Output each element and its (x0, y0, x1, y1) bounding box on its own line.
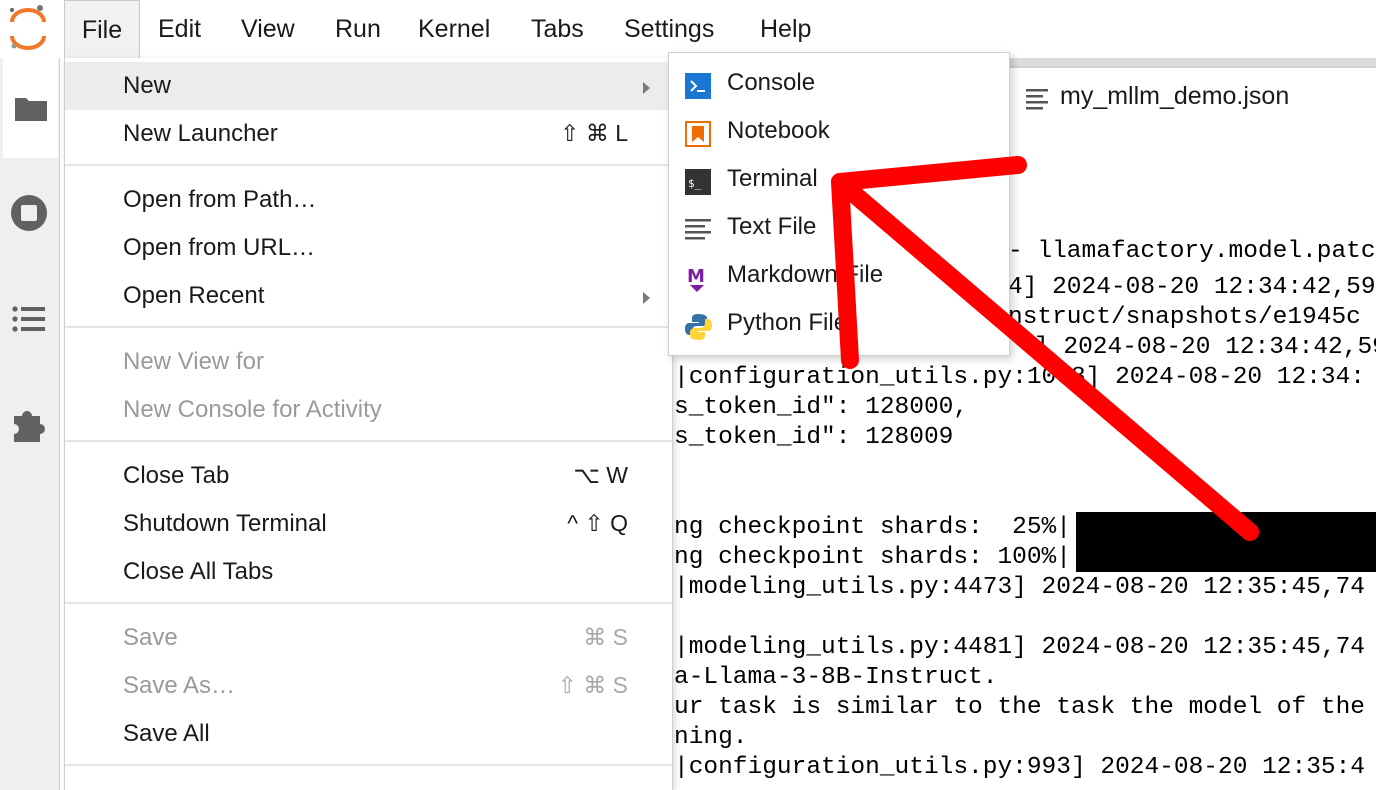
tab-label: my_mllm_demo.json (1060, 82, 1290, 110)
file-menu-open-recent-label: Open Recent (123, 282, 265, 309)
terminal-line: s_token_id": 128000, (674, 394, 969, 421)
menu-settings[interactable]: Settings (624, 0, 714, 58)
terminal-line: 4] 2024-08-20 12:34:42,59 (1008, 274, 1376, 301)
file-menu-open-recent[interactable]: Open Recent (65, 272, 672, 320)
menu-separator (65, 440, 672, 442)
running-sessions-icon[interactable] (0, 184, 58, 242)
submenu-arrow-icon (643, 82, 650, 94)
terminal-line: ng checkpoint shards: 25%| (674, 514, 1071, 541)
table-of-contents-icon[interactable] (0, 290, 58, 348)
new-text-file-label: Text File (727, 213, 817, 240)
terminal-line: |modeling_utils.py:4473] 2024-08-20 12:3… (674, 574, 1366, 601)
new-notebook-label: Notebook (727, 117, 830, 144)
file-menu-new-launcher[interactable]: New Launcher ⇧ ⌘ L (65, 110, 672, 158)
terminal-line: |configuration_utils.py:1008] 2024-08-20… (674, 364, 1366, 391)
file-menu-save-as: Save As… ⇧ ⌘ S (65, 662, 672, 710)
file-menu-close-all-tabs-label: Close All Tabs (123, 558, 274, 585)
file-menu-close-tab-label: Close Tab (123, 462, 230, 489)
file-menu-new-launcher-label: New Launcher (123, 120, 278, 147)
text-file-icon (685, 217, 713, 245)
notebook-icon (685, 121, 713, 149)
console-icon (685, 73, 713, 101)
menu-kernel[interactable]: Kernel (418, 0, 490, 58)
menu-separator (65, 602, 672, 604)
menu-separator (65, 764, 672, 766)
svg-text:$_: $_ (688, 177, 702, 190)
new-terminal-label: Terminal (727, 165, 818, 192)
new-markdown-file[interactable]: M Markdown File (669, 245, 1009, 293)
file-menu-new-console-for-activity: New Console for Activity (65, 386, 672, 434)
file-menu-new-label: New (123, 72, 172, 99)
terminal-line: - llamafactory.model.patc (1008, 238, 1376, 265)
svg-text:M: M (687, 266, 705, 287)
terminal-line: ] 2024-08-20 12:34:42,59 (1034, 334, 1376, 361)
menu-edit[interactable]: Edit (158, 0, 201, 58)
progress-bar-fill (1076, 542, 1376, 572)
file-menu-open-from-path-label: Open from Path… (123, 186, 317, 213)
file-menu-open-from-url-label: Open from URL… (123, 234, 316, 261)
new-python-file-label: Python File (727, 309, 848, 336)
shortcut-label: ⇧ ⌘ S (557, 672, 628, 698)
terminal-line: |modeling_utils.py:4481] 2024-08-20 12:3… (674, 634, 1366, 661)
shortcut-label: ⌥ W (573, 462, 628, 488)
terminal-line: ur task is similar to the task the model… (674, 694, 1366, 721)
terminal-line: nstruct/snapshots/e1945c (1008, 304, 1361, 331)
terminal-line: a-Llama-3-8B-Instruct. (674, 664, 998, 691)
python-icon (685, 313, 713, 341)
new-notebook[interactable]: Notebook (669, 101, 1009, 149)
menu-bar: File Edit View Run Kernel Tabs Settings … (0, 0, 1376, 58)
file-menu-save-all-label: Save All (123, 720, 210, 747)
new-text-file[interactable]: Text File (669, 197, 1009, 245)
menu-view[interactable]: View (241, 0, 295, 58)
new-markdown-file-label: Markdown File (727, 261, 884, 288)
file-menu-save: Save ⌘ S (65, 614, 672, 662)
file-menu-new-view-for-label: New View for (123, 348, 264, 375)
jupyter-logo-icon (0, 0, 58, 58)
terminal-line: |configuration_utils.py:993] 2024-08-20 … (674, 754, 1366, 781)
menu-separator (65, 326, 672, 328)
file-menu-new-console-label: New Console for Activity (123, 396, 382, 423)
file-menu-close-all-tabs[interactable]: Close All Tabs (65, 548, 672, 596)
file-menu-save-all[interactable]: Save All (65, 710, 672, 758)
markdown-icon: M (685, 265, 713, 293)
new-console[interactable]: Console (669, 53, 1009, 101)
shortcut-label: ⇧ ⌘ L (560, 120, 628, 146)
tab-my-mllm-demo-json[interactable]: my_mllm_demo.json (1008, 66, 1376, 134)
file-menu-save-as-label: Save As… (123, 672, 236, 699)
file-menu-close-tab[interactable]: Close Tab ⌥ W (65, 452, 672, 500)
left-sidebar (0, 58, 60, 790)
file-menu-dropdown: New New Launcher ⇧ ⌘ L Open from Path… O… (64, 58, 673, 790)
menu-help[interactable]: Help (760, 0, 811, 58)
menu-file[interactable]: File (64, 0, 140, 58)
file-menu-new-view-for: New View for (65, 338, 672, 386)
terminal-line: s_token_id": 128009 (674, 424, 954, 451)
menu-tabs[interactable]: Tabs (531, 0, 584, 58)
file-menu-shutdown-terminal-label: Shutdown Terminal (123, 510, 327, 537)
new-console-label: Console (727, 69, 816, 96)
shortcut-label: ⌘ S (583, 624, 628, 650)
new-terminal[interactable]: $_ Terminal (669, 149, 1009, 197)
file-menu-open-from-url[interactable]: Open from URL… (65, 224, 672, 272)
folder-icon[interactable] (0, 58, 58, 158)
progress-bar-fill (1076, 512, 1376, 542)
file-menu-shutdown-terminal[interactable]: Shutdown Terminal ^ ⇧ Q (65, 500, 672, 548)
terminal-line: ning. (674, 724, 748, 751)
file-menu-save-label: Save (123, 624, 178, 651)
file-menu-new[interactable]: New (65, 62, 672, 110)
terminal-line: ng checkpoint shards: 100%| (674, 544, 1071, 571)
menu-separator (65, 164, 672, 166)
new-submenu: Console Notebook $_ Terminal Text File M… (668, 52, 1010, 356)
terminal-icon: $_ (685, 169, 713, 197)
text-file-icon (1026, 88, 1050, 115)
new-python-file[interactable]: Python File (669, 293, 1009, 341)
shortcut-label: ^ ⇧ Q (567, 510, 628, 536)
submenu-arrow-icon (643, 292, 650, 304)
menu-run[interactable]: Run (335, 0, 381, 58)
file-menu-open-from-path[interactable]: Open from Path… (65, 176, 672, 224)
extension-puzzle-icon[interactable] (0, 396, 58, 454)
